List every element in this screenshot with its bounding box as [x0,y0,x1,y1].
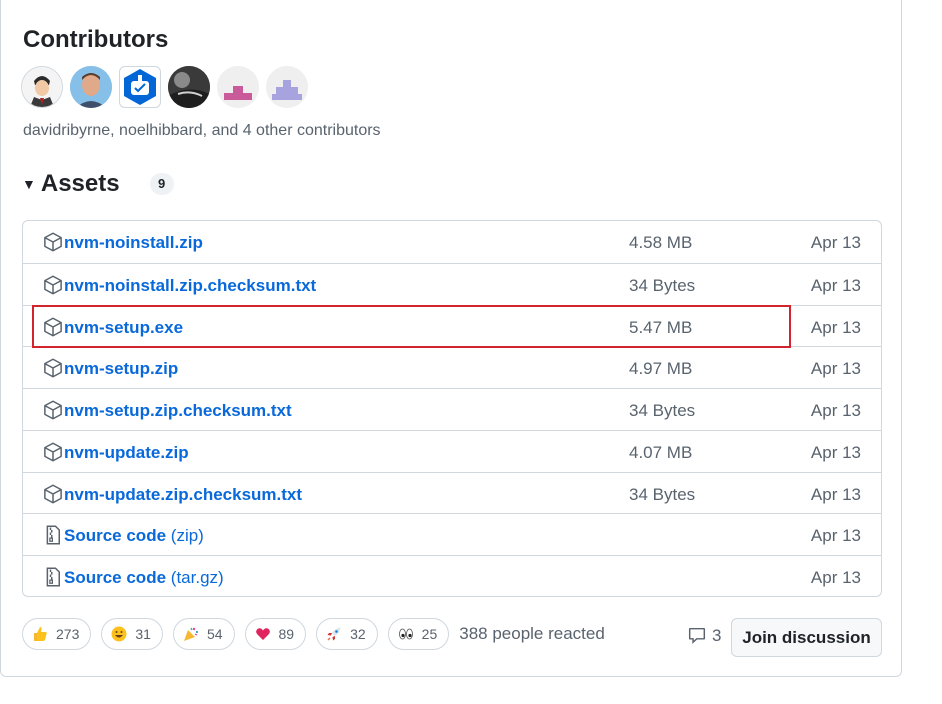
asset-date: Apr 13 [810,484,861,504]
asset-link[interactable]: nvm-noinstall.zip [64,233,203,253]
reactions-bar: 273 31 54 89 32 25 388 people reacted [22,618,605,650]
reaction-tada-button[interactable]: 54 [172,618,235,650]
package-icon [43,317,63,337]
asset-name: nvm-update.zip.checksum.txt [64,484,303,504]
comments-count-label: 3 [712,626,722,645]
join-discussion-button[interactable]: Join discussion [731,618,882,657]
package-icon [43,400,63,420]
reaction-heart-button[interactable]: 89 [244,618,307,650]
asset-format: (tar.gz) [170,568,224,587]
avatar[interactable] [217,66,259,108]
asset-size: 4.97 MB [629,359,693,379]
file-zip-icon [43,567,63,587]
reaction-smile-button[interactable]: 31 [101,618,163,650]
asset-format: (zip) [170,526,204,546]
asset-link[interactable]: nvm-setup.zip [64,359,178,379]
asset-name: nvm-noinstall.zip [64,233,203,252]
avatar[interactable] [266,66,308,108]
asset-row: nvm-update.zip 4.07 MB Apr 13 [23,429,881,472]
asset-date: Apr 13 [810,442,861,462]
rocket-icon [326,626,342,642]
asset-name: Source code [64,526,167,546]
reaction-count: 54 [206,626,223,642]
heart-icon [255,626,271,642]
asset-size: 4.07 MB [629,442,693,462]
asset-date: Apr 13 [810,401,861,420]
reaction-count: 89 [278,626,295,642]
asset-link[interactable]: nvm-noinstall.zip.checksum.txt [64,276,316,296]
assets-list: nvm-noinstall.zip 4.58 MB Apr 13 nvm-noinst… [22,220,882,597]
avatar[interactable] [168,66,210,108]
asset-date: Apr 13 [810,526,861,546]
asset-row: nvm-update.zip.checksum.txt 34 Bytes Apr 1… [23,471,881,514]
asset-name: nvm-setup.zip [64,359,179,379]
asset-link[interactable]: nvm-update.zip.checksum.txt [64,485,302,505]
asset-name: nvm-setup.exe [64,317,184,337]
asset-row: nvm-setup.exe 5.47 MB Apr 13 [23,304,881,347]
asset-link[interactable]: Source code (zip) [64,526,204,546]
asset-date: Apr 13 [810,317,861,337]
asset-size: 34 Bytes [629,401,696,420]
reactions-summary: 388 people reacted [459,624,605,643]
tada-icon [183,626,199,642]
contributors-summary: davidribyrne, noelhibbard, and 4 other c… [23,122,381,139]
assets-title: Assets [40,170,120,197]
reaction-count: 31 [135,626,151,642]
package-icon [43,275,63,295]
eyes-icon [398,626,414,642]
thumbs-up-icon [32,626,48,642]
avatar[interactable] [119,66,161,108]
package-icon [43,232,63,252]
asset-link[interactable]: nvm-setup.exe [64,318,183,338]
asset-size: 4.58 MB [629,233,693,252]
asset-row: nvm-noinstall.zip 4.58 MB Apr 13 [23,221,881,263]
comments-count[interactable]: 3 [688,626,721,646]
asset-name: nvm-update.zip [64,442,189,462]
asset-row: Source code (zip) Apr 13 [23,513,881,555]
asset-row: Source code (tar.gz) Apr 13 [23,555,881,596]
asset-row: nvm-noinstall.zip.checksum.txt 34 Bytes Ap… [23,262,881,305]
reaction-count: 32 [350,626,366,642]
reaction-thumbs-up-button[interactable]: 273 [22,618,92,650]
asset-date: Apr 13 [810,568,861,587]
package-icon [43,442,63,462]
asset-link[interactable]: nvm-update.zip [64,443,189,463]
asset-name: nvm-noinstall.zip.checksum.txt [64,275,317,295]
asset-row: nvm-setup.zip.checksum.txt 34 Bytes Apr 13 [23,388,881,430]
asset-date: Apr 13 [810,359,861,379]
asset-link[interactable]: Source code (tar.gz) [64,568,224,588]
asset-name: Source code [64,568,167,587]
asset-size: 34 Bytes [629,275,696,295]
reaction-count: 25 [421,626,438,642]
comment-icon [688,627,706,644]
smile-icon [111,626,127,642]
assets-count-badge: 9 [149,173,174,195]
reaction-count: 273 [56,626,80,642]
avatar[interactable] [21,66,63,108]
asset-date: Apr 13 [810,275,861,295]
contributors-title: Contributors [23,26,169,53]
asset-size: 5.47 MB [629,317,693,337]
triangle-down-icon: ▼ [22,176,36,192]
file-zip-icon [43,525,63,545]
asset-link[interactable]: nvm-setup.zip.checksum.txt [64,401,292,421]
contributors-avatars [21,66,308,108]
assets-toggle[interactable]: ▼ Assets 9 [22,170,174,198]
reaction-eyes-button[interactable]: 25 [387,618,450,650]
asset-size: 34 Bytes [629,484,696,504]
avatar[interactable] [70,66,112,108]
package-icon [43,358,63,378]
asset-date: Apr 13 [810,233,861,252]
reaction-rocket-button[interactable]: 32 [316,618,378,650]
asset-name: nvm-setup.zip.checksum.txt [64,401,292,420]
package-icon [43,484,63,504]
asset-row: nvm-setup.zip 4.97 MB Apr 13 [23,346,881,388]
